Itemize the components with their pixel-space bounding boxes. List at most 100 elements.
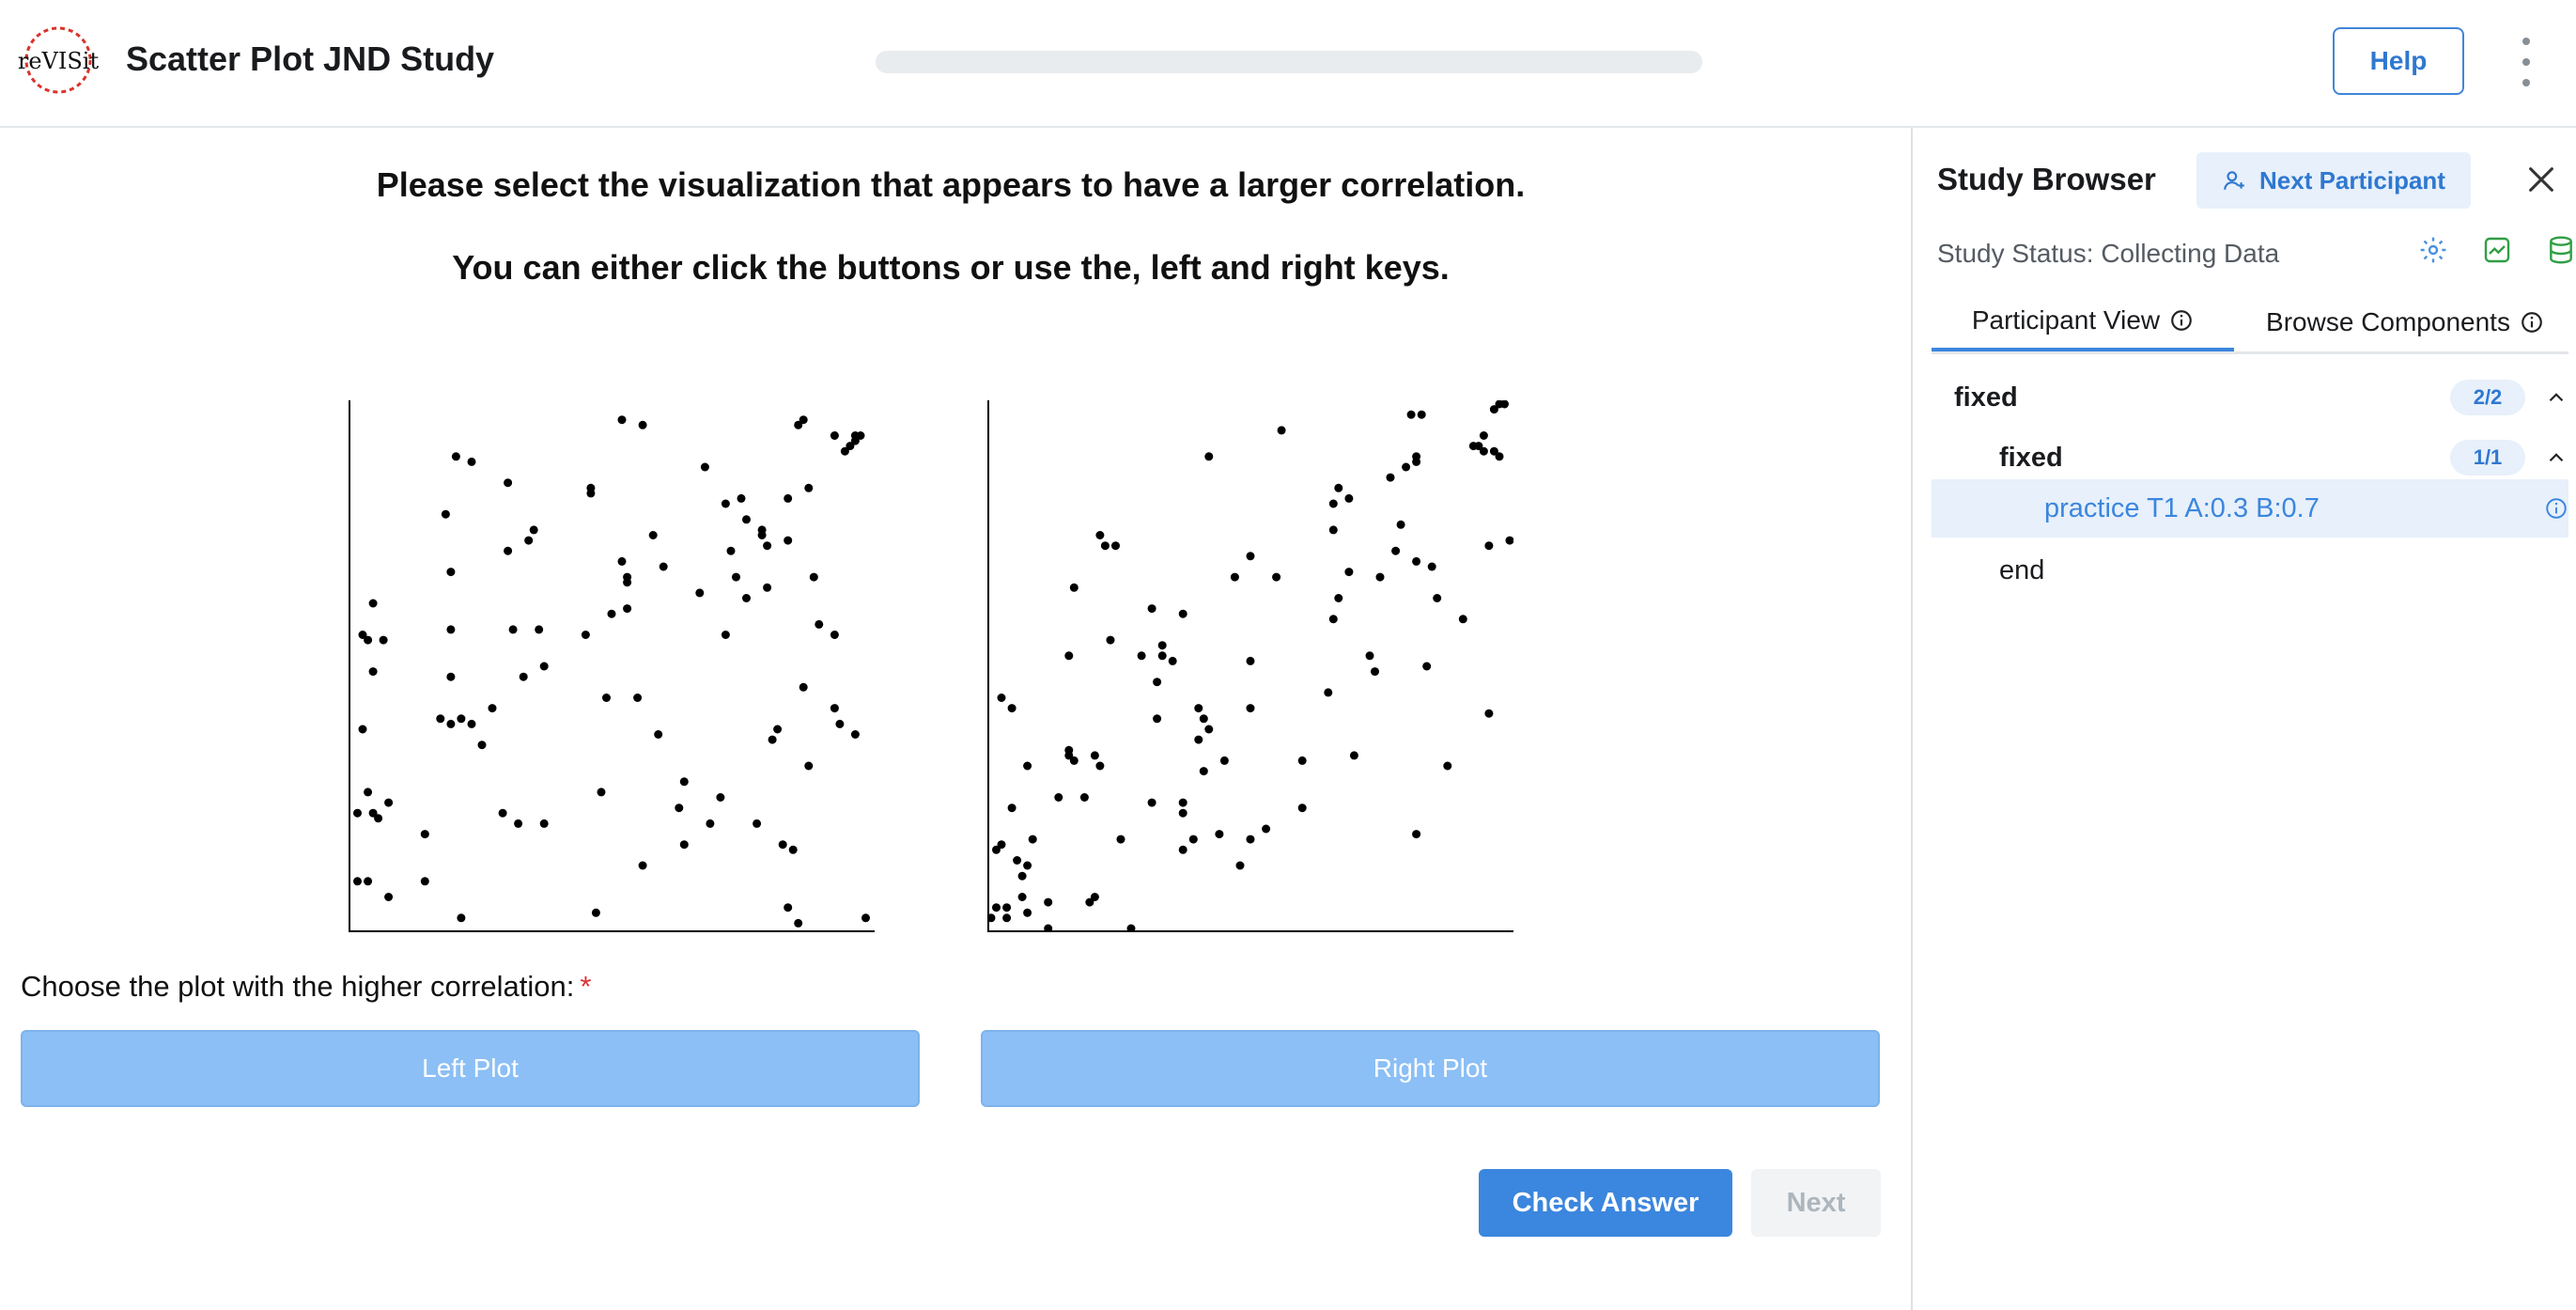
- tab-browse-components[interactable]: Browse Components: [2242, 293, 2568, 351]
- scatter-point: [788, 845, 798, 854]
- scatter-point: [1484, 541, 1494, 551]
- scatter-point: [1111, 541, 1120, 551]
- scatter-point: [1334, 483, 1343, 492]
- scatter-point: [1443, 761, 1452, 771]
- next-participant-button[interactable]: Next Participant: [2196, 152, 2471, 209]
- scatter-point: [1064, 745, 1074, 755]
- scatter-point: [457, 714, 466, 724]
- scatter-point: [1054, 793, 1063, 802]
- study-browser-panel: Study Browser Next Participant Study Sta…: [1911, 128, 2576, 1310]
- scatter-point: [446, 568, 456, 577]
- scatter-point: [987, 913, 996, 923]
- database-icon[interactable]: [2546, 235, 2576, 265]
- scatter-point: [617, 415, 627, 425]
- chevron-up-icon[interactable]: [2544, 385, 2568, 410]
- scatter-point: [1328, 525, 1338, 535]
- scatter-point: [1044, 924, 1053, 932]
- scatter-point: [420, 877, 429, 886]
- tree-node-root[interactable]: fixed 2/2: [1932, 368, 2568, 427]
- scatter-point: [488, 704, 497, 713]
- scatter-point: [504, 546, 513, 555]
- tree-node-label: fixed: [1999, 442, 2063, 473]
- scatter-point: [768, 735, 777, 744]
- scatter-point: [1427, 562, 1436, 571]
- scatter-point: [1422, 662, 1432, 671]
- check-answer-button[interactable]: Check Answer: [1479, 1169, 1732, 1237]
- scatter-point: [784, 536, 793, 545]
- info-icon[interactable]: [2544, 496, 2568, 521]
- analytics-chart-icon[interactable]: [2482, 235, 2512, 265]
- scatter-point: [1023, 761, 1032, 771]
- scatter-point: [1365, 651, 1374, 661]
- scatter-point: [1090, 893, 1099, 901]
- scatter-point: [384, 798, 394, 807]
- scatter-point: [1204, 725, 1214, 734]
- scatter-point: [1215, 830, 1224, 839]
- scatter-point: [794, 918, 803, 928]
- study-progress-bar: [876, 51, 1702, 73]
- info-icon[interactable]: [2520, 310, 2544, 335]
- scatter-point: [1137, 651, 1146, 661]
- scatter-point: [539, 819, 549, 828]
- scatter-point: [1095, 531, 1105, 539]
- right-plot-button[interactable]: Right Plot: [981, 1030, 1880, 1107]
- scatter-point: [679, 840, 689, 850]
- scatter-point: [379, 635, 388, 645]
- scatter-point: [1028, 834, 1037, 844]
- scatter-point: [1147, 604, 1156, 614]
- left-plot-button[interactable]: Left Plot: [21, 1030, 920, 1107]
- scatter-point: [368, 667, 378, 677]
- scatter-point: [384, 893, 394, 901]
- settings-icon[interactable]: [2418, 235, 2448, 265]
- close-icon[interactable]: [2525, 164, 2557, 195]
- scatter-point: [784, 493, 793, 503]
- scatter-point: [737, 493, 746, 503]
- next-button[interactable]: Next: [1751, 1169, 1881, 1237]
- help-button[interactable]: Help: [2333, 27, 2464, 95]
- scatter-point: [1412, 556, 1421, 566]
- scatter-point: [364, 635, 373, 645]
- scatter-point: [1204, 452, 1214, 461]
- scatter-point: [446, 672, 456, 681]
- scatter-point: [804, 761, 814, 771]
- scatter-point: [1297, 803, 1307, 813]
- chevron-up-icon[interactable]: [2544, 445, 2568, 470]
- info-icon[interactable]: [2169, 308, 2194, 333]
- tab-participant-view[interactable]: Participant View: [1932, 293, 2234, 351]
- scatter-point: [1272, 572, 1281, 582]
- scatter-point: [1147, 798, 1156, 807]
- more-menu-icon[interactable]: [2512, 38, 2540, 86]
- scatter-point: [617, 556, 627, 566]
- scatter-point: [757, 531, 767, 539]
- scatter-point: [591, 908, 600, 917]
- scatter-point: [1344, 568, 1354, 577]
- scatter-point: [1069, 756, 1079, 765]
- scatter-point: [633, 694, 643, 702]
- scatter-point: [638, 420, 647, 429]
- scatter-point: [1002, 913, 1012, 923]
- scatter-point: [1199, 714, 1208, 724]
- scatter-point: [784, 903, 793, 912]
- scatter-point: [358, 725, 367, 734]
- scatter-point: [1406, 410, 1416, 419]
- scatter-point: [519, 672, 528, 681]
- tree-node-child[interactable]: fixed 1/1: [1932, 429, 2568, 487]
- tree-item-end[interactable]: end: [1932, 541, 2568, 600]
- scatter-point: [1386, 473, 1395, 482]
- tree-item-current[interactable]: practice T1 A:0.3 B:0.7: [1932, 479, 2568, 538]
- scatter-point: [1157, 641, 1167, 650]
- scatter-point: [1277, 426, 1286, 435]
- scatter-point: [721, 499, 730, 508]
- tab-participant-label: Participant View: [1971, 305, 2161, 335]
- scatter-point: [1505, 536, 1513, 545]
- scatter-point: [504, 478, 513, 488]
- scatter-point: [675, 803, 684, 813]
- instruction-keys-text: You can either click the buttons or use …: [452, 248, 1450, 287]
- scatter-point: [529, 525, 538, 535]
- scatter-point: [638, 861, 647, 870]
- scatter-point: [597, 788, 606, 797]
- scatter-point: [1262, 824, 1271, 834]
- tab-browse-label: Browse Components: [2266, 307, 2510, 336]
- question-text: Choose the plot with the higher correlat…: [21, 970, 575, 1003]
- scatter-point: [1116, 834, 1125, 844]
